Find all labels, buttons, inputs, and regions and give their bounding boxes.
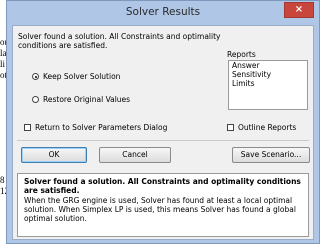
- dialog-body: Solver found a solution. All Constraints…: [12, 25, 314, 240]
- divider: [17, 140, 309, 141]
- result-details-title: Solver found a solution. All Constraints…: [24, 177, 301, 195]
- title-bar[interactable]: Solver Results ×: [7, 1, 319, 25]
- restore-values-radio[interactable]: [32, 96, 39, 103]
- reports-listbox[interactable]: Answer Sensitivity Limits: [228, 60, 308, 110]
- outline-reports-label[interactable]: Outline Reports: [238, 123, 296, 132]
- return-to-params-checkbox[interactable]: [24, 124, 31, 131]
- ok-button[interactable]: OK: [21, 147, 87, 163]
- close-icon: ×: [294, 4, 304, 15]
- report-item-limits[interactable]: Limits: [229, 79, 307, 88]
- cancel-button[interactable]: Cancel: [99, 147, 171, 163]
- keep-solution-radio[interactable]: [32, 73, 39, 80]
- background-text: li: [0, 59, 6, 69]
- restore-values-label[interactable]: Restore Original Values: [43, 95, 130, 104]
- close-button[interactable]: ×: [284, 2, 314, 18]
- keep-solution-label[interactable]: Keep Solver Solution: [43, 72, 120, 81]
- result-details-box: Solver found a solution. All Constraints…: [17, 173, 309, 237]
- result-details-body: When the GRG engine is used, Solver has …: [24, 196, 296, 223]
- solver-results-dialog: Solver Results × Solver found a solution…: [6, 0, 320, 244]
- report-item-answer[interactable]: Answer: [229, 61, 307, 70]
- dialog-title: Solver Results: [125, 6, 201, 18]
- return-to-params-label[interactable]: Return to Solver Parameters Dialog: [35, 123, 167, 132]
- reports-label: Reports: [227, 50, 256, 59]
- result-message: Solver found a solution. All Constraints…: [18, 32, 221, 50]
- outline-reports-checkbox[interactable]: [227, 124, 234, 131]
- background-text: 8: [0, 175, 5, 185]
- report-item-sensitivity[interactable]: Sensitivity: [229, 70, 307, 79]
- save-scenario-button[interactable]: Save Scenario...: [232, 147, 310, 163]
